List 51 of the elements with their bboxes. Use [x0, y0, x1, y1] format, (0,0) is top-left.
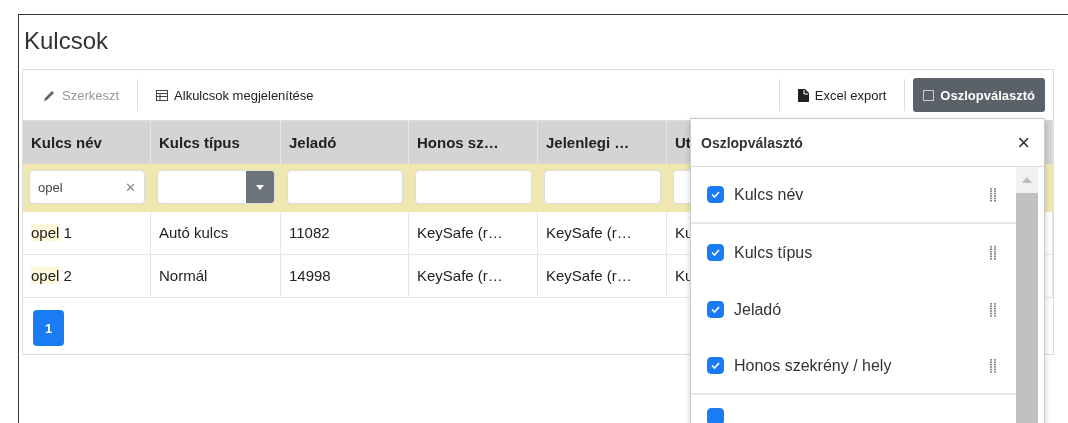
check-icon: [711, 362, 720, 369]
table-icon: [156, 89, 169, 101]
caret-icon: [246, 171, 274, 203]
columns-icon: [923, 89, 935, 101]
file-icon: [797, 88, 809, 102]
table-cell: KeySafe (r…: [409, 255, 538, 297]
checkbox[interactable]: [707, 301, 724, 318]
checkbox[interactable]: [707, 357, 724, 374]
toolbar-button[interactable]: Excel export: [787, 79, 897, 111]
filter-field[interactable]: [544, 170, 661, 204]
panel-title: Oszlopválasztó: [701, 134, 803, 151]
checkbox[interactable]: [707, 186, 724, 203]
filter-dropdown[interactable]: [157, 170, 275, 204]
toolbar-button[interactable]: Alkulcsok megjelenítése: [146, 79, 324, 111]
table-cell: 11082: [281, 212, 409, 254]
column-header[interactable]: Honos sz…: [417, 134, 499, 151]
table-cell: Autó kulcs: [151, 212, 281, 254]
filter-field[interactable]: [415, 170, 532, 204]
filter-field[interactable]: [287, 170, 403, 204]
drag-handle-icon[interactable]: [990, 358, 996, 373]
table-cell: opel 1: [23, 212, 151, 254]
table-cell: KeySafe (r…: [538, 212, 667, 254]
table-cell: KeySafe (r…: [409, 212, 538, 254]
column-header[interactable]: Jeladó: [289, 134, 337, 151]
page-title: Kulcsok: [24, 27, 110, 55]
page-button[interactable]: 1: [33, 310, 64, 346]
table-cell: KeySafe (r…: [538, 255, 667, 297]
drag-handle-icon[interactable]: [990, 302, 996, 317]
toolbar-button[interactable]: Oszlopválasztó: [913, 78, 1045, 112]
close-button[interactable]: ×: [1013, 129, 1034, 156]
table-cell: opel 2: [23, 255, 151, 297]
checkbox[interactable]: [707, 408, 724, 423]
column-header[interactable]: Jelenlegi …: [546, 134, 630, 151]
check-icon: [711, 249, 720, 256]
drag-handle-icon[interactable]: [990, 187, 996, 202]
table-cell: 14998: [281, 255, 409, 297]
filter-field[interactable]: opel ✕: [29, 170, 145, 204]
check-icon: [711, 306, 720, 313]
column-name: Honos szekrény / hely: [734, 356, 893, 375]
clear-button[interactable]: ✕: [125, 179, 136, 195]
column-header[interactable]: Kulcs típus: [159, 134, 240, 151]
checkbox[interactable]: [707, 244, 724, 261]
column-header[interactable]: Kulcs név: [31, 134, 102, 151]
pencil-icon: [43, 88, 56, 102]
column-header[interactable]: Ut: [675, 134, 691, 151]
check-icon: [711, 191, 720, 198]
table-cell: Normál: [151, 255, 281, 297]
column-name: Jeladó: [734, 300, 783, 319]
column-name: Kulcs név: [734, 185, 805, 204]
drag-handle-icon[interactable]: [990, 245, 996, 260]
scrollbar[interactable]: [1016, 167, 1038, 423]
